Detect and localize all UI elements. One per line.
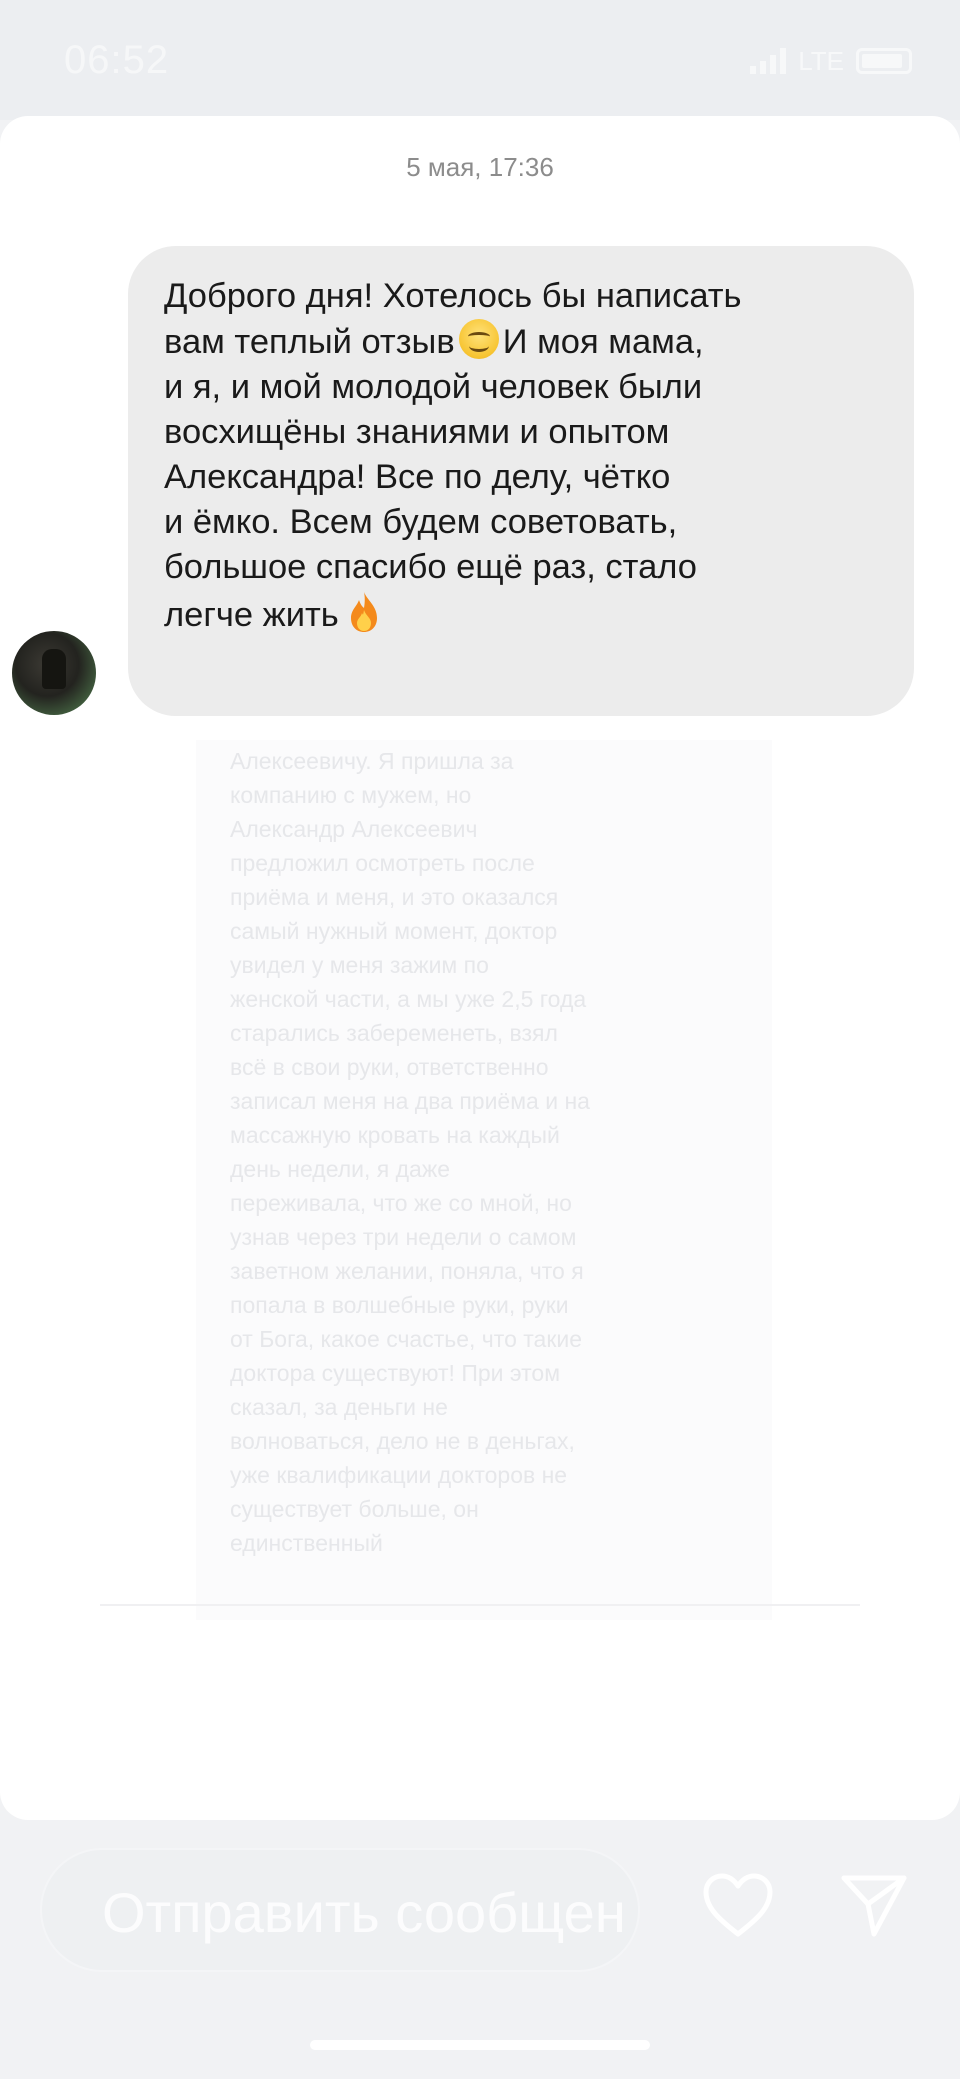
faded-line: компанию с мужем, но <box>230 782 472 808</box>
fire-emoji <box>350 592 377 632</box>
faded-line: самый нужный момент, доктор <box>230 918 558 944</box>
divider <box>100 1604 860 1606</box>
faded-line: предложил осмотреть после <box>230 850 535 876</box>
sender-avatar[interactable] <box>12 631 96 715</box>
faded-line: переживала, что же со мной, но <box>230 1190 572 1216</box>
message-segment: легче жить <box>164 596 339 634</box>
message-line: восхищёны знаниями и опытом <box>164 413 670 451</box>
faded-line: уже квалификации докторов не <box>230 1462 568 1488</box>
message-line: и я, и мой молодой человек были <box>164 368 703 406</box>
message-input[interactable] <box>102 1872 622 1952</box>
home-indicator <box>310 2040 650 2050</box>
faded-line: узнав через три недели о самом <box>230 1224 577 1250</box>
faded-line: приёма и меня, и это оказался <box>230 884 559 910</box>
faded-line: старались забеременеть, взял <box>230 1020 558 1046</box>
faded-line: день недели, я даже <box>230 1156 451 1182</box>
faded-line: доктора существуют! При этом <box>230 1360 561 1386</box>
faded-line: Алексеевичу. Я пришла за <box>230 748 514 774</box>
send-icon[interactable] <box>838 1870 910 1940</box>
message-line: и ёмко. Всем будем советовать, <box>164 503 678 541</box>
faded-background-text: Алексеевичу. Я пришла за компанию с муже… <box>230 744 660 1560</box>
message-timestamp: 5 мая, 17:36 <box>406 152 554 182</box>
status-bar: 06:52 LTE <box>0 0 960 120</box>
battery-icon <box>856 48 912 74</box>
smiling-face-emoji <box>458 319 499 359</box>
faded-line: существует больше, он <box>230 1496 479 1522</box>
status-indicators: LTE <box>750 44 912 78</box>
faded-line: Александр Алексеевич <box>230 816 478 842</box>
faded-line: массажную кровать на каждый <box>230 1122 560 1148</box>
message-line: Доброго дня! Хотелось бы написать <box>164 277 742 315</box>
message-segment: И моя мама, <box>502 323 704 361</box>
faded-line: сказал, за деньги не <box>230 1394 448 1420</box>
faded-line: женской части, а мы уже 2,5 года <box>230 986 587 1012</box>
message-line: вам теплый отзыв И моя мама, <box>164 319 878 365</box>
faded-line: волноваться, дело не в деньгах, <box>230 1428 575 1454</box>
faded-line: единственный <box>230 1530 383 1556</box>
faded-line: всё в свои руки, ответственно <box>230 1054 549 1080</box>
faded-line: попала в волшебные руки, руки <box>230 1292 569 1318</box>
faded-line: увидел у меня зажим по <box>230 952 489 978</box>
message-text: Доброго дня! Хотелось бы написать вам те… <box>164 274 878 638</box>
message-line: большое спасибо ещё раз, стало <box>164 548 697 586</box>
message-bubble[interactable]: Доброго дня! Хотелось бы написать вам те… <box>128 246 914 716</box>
avatar-figure <box>42 649 66 689</box>
message-line: легче жить <box>164 590 878 638</box>
network-label: LTE <box>798 45 844 76</box>
message-line: Александра! Все по делу, чётко <box>164 458 671 496</box>
faded-line: записал меня на два приёма и на <box>230 1088 590 1114</box>
status-time: 06:52 <box>64 38 170 82</box>
heart-icon[interactable] <box>700 1870 776 1940</box>
faded-line: от Бога, какое счастье, что такие <box>230 1326 583 1352</box>
signal-icon <box>750 48 787 74</box>
message-segment: вам теплый отзыв <box>164 323 455 361</box>
faded-line: заветном желании, поняла, что я <box>230 1258 584 1284</box>
message-composer[interactable] <box>40 1848 640 1972</box>
